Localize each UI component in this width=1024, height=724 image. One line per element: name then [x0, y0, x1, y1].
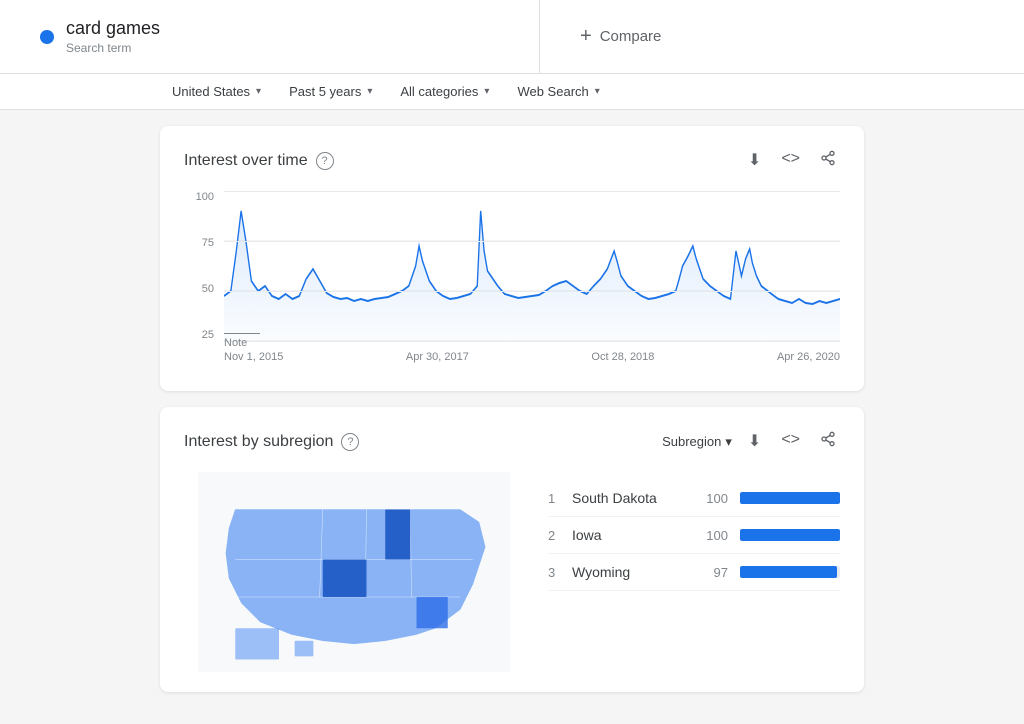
filter-bar: United States ▾ Past 5 years ▾ All categ… — [0, 74, 1024, 110]
embed-icon[interactable]: <> — [777, 146, 804, 175]
interest-help-icon[interactable]: ? — [316, 152, 334, 170]
rank-bar-2 — [740, 529, 840, 541]
rank-num-1: 1 — [548, 491, 572, 506]
chart-drawing-area — [224, 191, 840, 341]
us-map-svg — [184, 472, 524, 672]
subregion-dropdown-label: Subregion — [662, 434, 721, 449]
time-filter[interactable]: Past 5 years ▾ — [277, 74, 384, 109]
ranking-row-1: 1 South Dakota 100 — [548, 480, 840, 517]
subregion-content: 1 South Dakota 100 2 Iowa 100 3 — [184, 472, 840, 672]
share-icon[interactable] — [816, 146, 840, 175]
interest-chart: 100 75 50 25 — [184, 191, 840, 371]
card-actions-subregion: Subregion ▾ ⬇ <> — [662, 427, 840, 456]
interest-over-time-title: Interest over time — [184, 152, 308, 170]
search-type-chevron-icon: ▾ — [595, 86, 600, 97]
interest-over-time-card: Interest over time ? ⬇ <> 100 75 50 — [160, 126, 864, 391]
search-type-filter[interactable]: Web Search ▾ — [505, 74, 611, 109]
compare-plus-icon: + — [580, 25, 592, 48]
x-label-1: Nov 1, 2015 — [224, 351, 283, 371]
rank-bar-container-3 — [740, 566, 840, 578]
card-title-interest: Interest over time ? — [184, 152, 334, 170]
y-label-50: 50 — [202, 283, 214, 295]
interest-by-subregion-card: Interest by subregion ? Subregion ▾ ⬇ <> — [160, 407, 864, 692]
rank-name-2: Iowa — [572, 527, 698, 543]
card-title-subregion: Interest by subregion ? — [184, 433, 359, 451]
time-filter-label: Past 5 years — [289, 84, 361, 99]
rankings-area: 1 South Dakota 100 2 Iowa 100 3 — [548, 472, 840, 672]
grid-line-100 — [224, 191, 840, 192]
chart-x-labels: Nov 1, 2015 Apr 30, 2017 Oct 28, 2018 Ap… — [224, 351, 840, 371]
compare-button[interactable]: + Compare — [540, 7, 701, 66]
subregion-help-icon[interactable]: ? — [341, 433, 359, 451]
category-filter[interactable]: All categories ▾ — [388, 74, 501, 109]
grid-line-25 — [224, 341, 840, 342]
category-chevron-icon: ▾ — [484, 86, 489, 97]
top-bar: card games Search term + Compare — [0, 0, 1024, 74]
search-term-text: card games — [66, 18, 160, 39]
rank-num-2: 2 — [548, 528, 572, 543]
main-content: Interest over time ? ⬇ <> 100 75 50 — [0, 110, 1024, 724]
rank-val-2: 100 — [698, 528, 728, 543]
interest-by-subregion-title: Interest by subregion — [184, 433, 333, 451]
card-header-subregion: Interest by subregion ? Subregion ▾ ⬇ <> — [184, 427, 840, 456]
rank-num-3: 3 — [548, 565, 572, 580]
location-filter[interactable]: United States ▾ — [160, 74, 273, 109]
ranking-row-3: 3 Wyoming 97 — [548, 554, 840, 591]
rank-bar-3 — [740, 566, 837, 578]
y-label-75: 75 — [202, 237, 214, 249]
x-label-3: Oct 28, 2018 — [591, 351, 654, 371]
grid-line-75 — [224, 241, 840, 242]
y-label-100: 100 — [196, 191, 214, 203]
download-icon[interactable]: ⬇ — [744, 146, 765, 175]
subregion-download-icon[interactable]: ⬇ — [744, 427, 765, 456]
category-filter-label: All categories — [400, 84, 478, 99]
subregion-embed-icon[interactable]: <> — [777, 427, 804, 456]
search-term-label: Search term — [66, 41, 160, 55]
us-map — [184, 472, 524, 672]
location-chevron-icon: ▾ — [256, 86, 261, 97]
location-filter-label: United States — [172, 84, 250, 99]
rank-val-3: 97 — [698, 565, 728, 580]
search-term-box: card games Search term — [20, 0, 540, 73]
y-label-25: 25 — [202, 329, 214, 341]
card-header-interest: Interest over time ? ⬇ <> — [184, 146, 840, 175]
chart-y-labels: 100 75 50 25 — [184, 191, 220, 341]
search-term-dot — [40, 30, 54, 44]
compare-label: Compare — [600, 28, 662, 45]
search-type-filter-label: Web Search — [517, 84, 588, 99]
x-label-2: Apr 30, 2017 — [406, 351, 469, 371]
rank-val-1: 100 — [698, 491, 728, 506]
rank-bar-container-1 — [740, 492, 840, 504]
rank-bar-container-2 — [740, 529, 840, 541]
chart-svg — [224, 191, 840, 341]
subregion-dropdown[interactable]: Subregion ▾ — [662, 427, 732, 456]
ranking-row-2: 2 Iowa 100 — [548, 517, 840, 554]
rank-bar-1 — [740, 492, 840, 504]
rank-name-3: Wyoming — [572, 564, 698, 580]
time-chevron-icon: ▾ — [367, 86, 372, 97]
subregion-dropdown-chevron: ▾ — [725, 434, 732, 450]
rank-name-1: South Dakota — [572, 490, 698, 506]
card-actions-interest: ⬇ <> — [744, 146, 840, 175]
x-label-4: Apr 26, 2020 — [777, 351, 840, 371]
subregion-share-icon[interactable] — [816, 427, 840, 456]
grid-line-50 — [224, 291, 840, 292]
chart-note-label: Note — [224, 333, 260, 349]
